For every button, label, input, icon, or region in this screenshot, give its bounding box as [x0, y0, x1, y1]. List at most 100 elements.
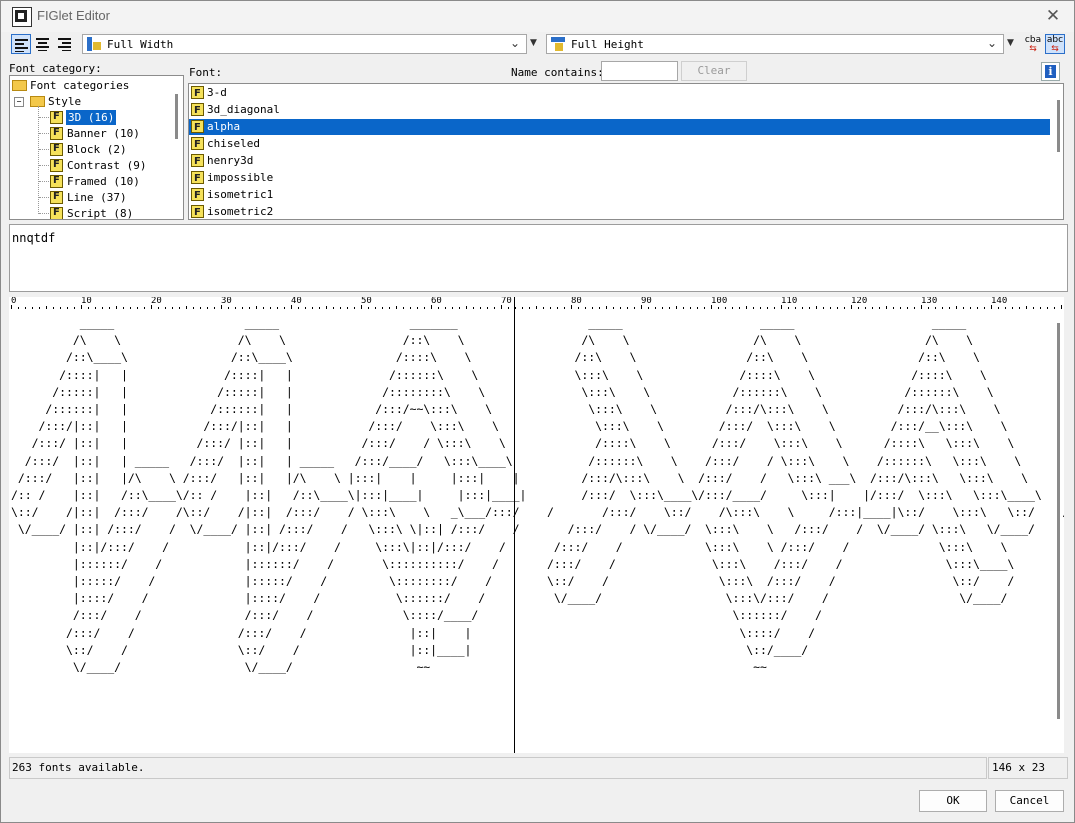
font-file-icon: F	[191, 120, 204, 133]
tree-item-category[interactable]: Block (2)	[67, 142, 127, 157]
scrollbar-thumb[interactable]	[1057, 323, 1060, 719]
font-list-item[interactable]: F 3-d	[189, 85, 489, 101]
clear-button[interactable]: Clear	[681, 61, 747, 81]
tree-connector	[39, 197, 49, 199]
app-icon	[12, 7, 32, 27]
font-list-item[interactable]: Fisometric2	[189, 204, 489, 219]
input-text-area[interactable]: nnqtdf	[9, 224, 1068, 292]
figlet-preview: _____ _____ _______ _____ _____ _____ /\…	[9, 309, 1064, 753]
info-icon: i	[1045, 65, 1056, 78]
figlet-editor-window: FIGlet Editor ✕ Full Width ⌄ ▼ Full Heig…	[0, 0, 1075, 823]
ruler-label: 90	[641, 297, 652, 306]
ruler-label: 50	[361, 297, 372, 306]
font-category-icon: F	[50, 127, 63, 140]
font-category-icon: F	[50, 207, 63, 219]
ruler-label: 120	[851, 297, 868, 306]
cancel-button[interactable]: Cancel	[995, 790, 1064, 812]
close-icon[interactable]: ✕	[1041, 5, 1065, 27]
font-file-icon: F	[191, 86, 204, 99]
figlet-output: _____ _____ _______ _____ _____ _____ /\…	[11, 316, 1064, 675]
font-list-item[interactable]: Fimpossible	[189, 170, 489, 186]
font-name: henry3d	[207, 154, 254, 167]
title-bar: FIGlet Editor ✕	[1, 1, 1074, 32]
tree-item-category[interactable]: Line (37)	[67, 190, 127, 205]
ruler-label: 130	[921, 297, 938, 306]
align-left-button[interactable]	[11, 34, 31, 54]
height-mode-dropdown-arrow[interactable]: ▼	[1007, 38, 1014, 48]
font-name: 3-d	[207, 86, 227, 99]
tree-item-category[interactable]: Framed (10)	[67, 174, 140, 189]
ruler-label: 20	[151, 297, 162, 306]
tree-connector	[39, 133, 49, 135]
info-button[interactable]: i	[1041, 62, 1060, 81]
font-category-icon: F	[50, 175, 63, 188]
tree-item-category[interactable]: Banner (10)	[67, 126, 140, 141]
font-file-icon: F	[191, 137, 204, 150]
ruler-label: 40	[291, 297, 302, 306]
font-list-item[interactable]: Fisometric1	[189, 187, 489, 203]
ruler-label: 80	[571, 297, 582, 306]
font-name: isometric2	[207, 205, 274, 218]
tree-group-label[interactable]: Style	[48, 94, 81, 109]
tree-item-category[interactable]: Contrast (9)	[67, 158, 146, 173]
height-mode-select[interactable]: Full Height ⌄	[546, 34, 1004, 54]
name-contains-label: Name contains:	[511, 66, 604, 79]
scrollbar-thumb[interactable]	[1057, 100, 1060, 152]
tree-item-category[interactable]: Script (8)	[67, 206, 133, 219]
swap-arrow-icon: ⇆	[1051, 44, 1059, 54]
reverse-text-button[interactable]: cba ⇆	[1023, 34, 1043, 54]
width-mode-dropdown-arrow[interactable]: ▼	[530, 38, 537, 48]
collapse-icon[interactable]: −	[14, 97, 24, 107]
ruler-label: 100	[711, 297, 728, 306]
ruler-label: 60	[431, 297, 442, 306]
name-contains-input[interactable]	[601, 61, 678, 81]
font-list[interactable]: F 3-d F 3d_diagonal Falpha Fchiseled Fhenry3d F…	[188, 83, 1064, 220]
font-category-tree[interactable]: Font categories − Style F 3D (16) F Banner …	[9, 75, 184, 220]
tree-root-label[interactable]: Font categories	[30, 78, 129, 93]
align-center-button[interactable]	[33, 34, 53, 54]
font-file-icon: F	[191, 205, 204, 218]
ok-button[interactable]: OK	[919, 790, 987, 812]
window-title: FIGlet Editor	[37, 8, 110, 23]
tree-connector	[39, 213, 49, 215]
input-text[interactable]: nnqtdf	[12, 231, 55, 245]
width-mode-select[interactable]: Full Width ⌄	[82, 34, 527, 54]
font-file-icon: F	[191, 103, 204, 116]
font-list-item[interactable]: Fchiseled	[189, 136, 489, 152]
width-mode-label: Full Width	[107, 38, 174, 51]
ruler-label: 140	[991, 297, 1008, 306]
font-name: alpha	[207, 120, 241, 133]
font-name: isometric1	[207, 188, 274, 201]
font-list-item[interactable]: F 3d_diagonal	[189, 102, 489, 118]
ruler-label: 110	[781, 297, 798, 306]
font-label: Font:	[189, 66, 223, 79]
height-mode-label: Full Height	[571, 38, 644, 51]
font-file-icon: F	[191, 188, 204, 201]
chevron-down-icon: ⌄	[509, 36, 520, 50]
font-category-label: Font category:	[9, 62, 102, 75]
font-category-icon: F	[50, 143, 63, 156]
font-name: impossible	[207, 171, 274, 184]
font-file-icon: F	[191, 171, 204, 184]
status-fonts-available: 263 fonts available.	[9, 757, 987, 779]
scrollbar-thumb[interactable]	[175, 94, 178, 139]
tree-item-category[interactable]: 3D (16)	[66, 110, 117, 125]
font-name: 3d_diagonal	[207, 103, 280, 116]
tree-connector	[39, 165, 49, 167]
width-layout-icon	[87, 37, 101, 51]
font-file-icon: F	[191, 154, 204, 167]
tree-connector	[39, 149, 49, 151]
tree-connector	[39, 117, 49, 119]
flip-text-button[interactable]: abc ⇆	[1045, 34, 1065, 54]
font-list-item[interactable]: Fhenry3d	[189, 153, 489, 169]
font-category-icon: F	[50, 191, 63, 204]
swap-arrow-icon: ⇆	[1029, 44, 1037, 54]
align-right-button[interactable]	[55, 34, 75, 54]
ruler-label: 70	[501, 297, 512, 306]
tree-connector	[39, 181, 49, 183]
folder-icon	[12, 80, 27, 91]
font-category-icon: F	[50, 159, 63, 172]
column-ruler: 0 10 20 30 40 50 60 70 80 90 100 110 120 130 140	[9, 297, 1064, 309]
font-name: chiseled	[207, 137, 260, 150]
font-list-item[interactable]: Falpha	[189, 119, 1050, 135]
